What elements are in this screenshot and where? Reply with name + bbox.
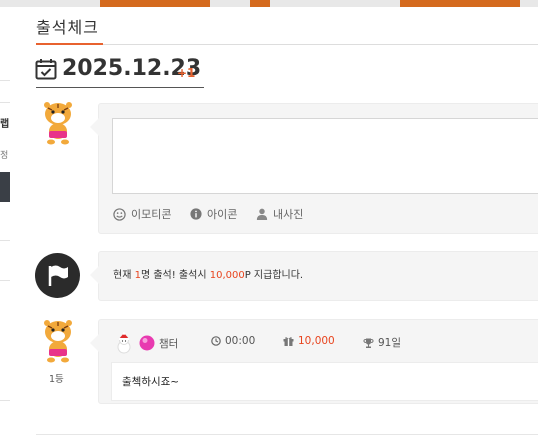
entry-username: 챔터 [159,337,179,350]
attendance-rank: 1등 [49,374,64,385]
list-divider [36,434,538,435]
pink-orb-icon [139,335,155,351]
entry-time: 00:00 [211,335,255,347]
emoticon-button[interactable]: 이모티콘 [113,206,171,222]
my-photo-label: 내사진 [273,208,304,221]
active-tab-indicator [36,43,103,45]
tiger-avatar [44,320,72,363]
date-count-badge: +1 [177,66,196,80]
entry-points: 10,000 [283,335,335,347]
gift-icon [283,337,294,346]
sidebar-fragment-text: 정 [0,151,9,161]
smile-icon [113,207,126,221]
date-underline [36,87,204,88]
attendance-notice: 현재 1명 출석! 출석시 10,000P 지급합니다. [90,251,538,301]
banner-decoration [400,0,520,7]
sidebar-dark-button[interactable] [0,172,10,202]
sidebar-fragment-text: 랩 [0,119,10,130]
notice-text: 현재 1명 출석! 출석시 10,000P 지급합니다. [113,270,304,281]
calendar-check-icon[interactable] [35,58,57,80]
flag-icon [48,265,68,286]
notice-flag-badge [35,253,80,298]
tab-divider [36,44,538,45]
left-sidebar-fragment: 랩 정 [0,80,10,410]
icon-label: 아이콘 [207,208,238,221]
entry-message-box: 출첵하시죠~ [111,362,538,401]
user-icon [256,208,268,220]
attendance-entry: 챔터 00:00 10,000 91일 출첵하시죠~ [90,319,538,404]
top-banner-strip [0,0,538,7]
clock-icon [211,336,221,346]
reward-points: 10,000 [209,270,245,281]
emoticon-label: 이모티콘 [131,208,172,221]
banner-decoration [250,0,270,7]
entry-message: 출첵하시죠~ [122,376,180,388]
my-photo-button[interactable]: 내사진 [256,206,303,222]
entry-user[interactable]: 챔터 [113,332,178,354]
icon-button[interactable]: 아이콘 [190,206,237,222]
banner-decoration [100,0,210,7]
attendance-comment-input[interactable] [112,118,538,194]
entry-streak: 91일 [363,335,401,350]
tiger-avatar [44,102,72,145]
attendance-composer: 이모티콘 아이콘 내사진 [90,103,538,234]
info-icon [190,208,202,220]
tab-attendance[interactable]: 출석체크 [36,14,99,38]
trophy-icon [363,338,374,348]
santa-snowman-icon [117,332,131,354]
